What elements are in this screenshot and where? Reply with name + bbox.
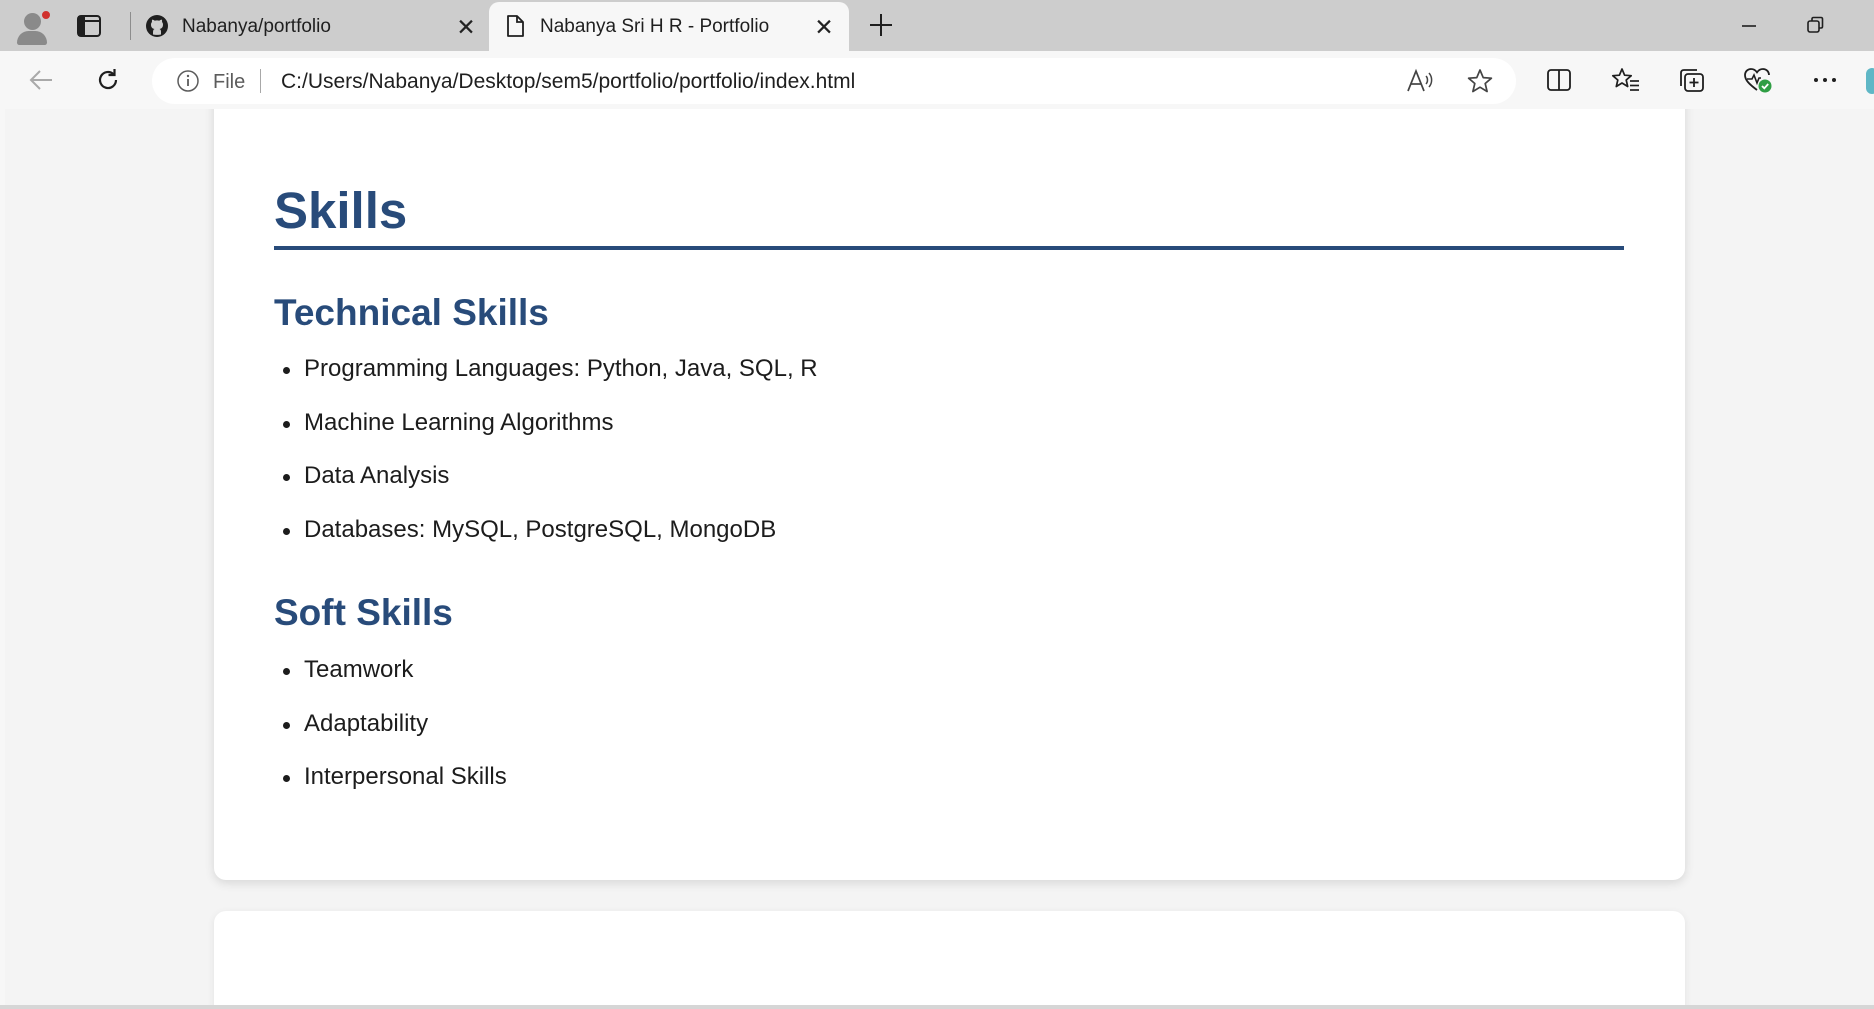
- split-screen-icon[interactable]: [1541, 62, 1577, 98]
- read-aloud-icon[interactable]: [1405, 67, 1435, 95]
- window-bottom-edge: [0, 1005, 1874, 1009]
- list-item: Data Analysis: [274, 462, 818, 516]
- list-item: Programming Languages: Python, Java, SQL…: [274, 355, 818, 409]
- restore-icon[interactable]: [1803, 13, 1827, 37]
- page-title: Skills: [274, 182, 408, 239]
- section-title-soft: Soft Skills: [274, 592, 453, 633]
- address-bar[interactable]: File C:/Users/Nabanya/Desktop/sem5/portf…: [152, 58, 1516, 104]
- scheme-label: File: [213, 71, 246, 93]
- next-section-card: [214, 911, 1685, 1005]
- tab-portfolio-active[interactable]: Nabanya Sri H R - Portfolio ✕: [489, 2, 849, 51]
- list-item: Adaptability: [274, 710, 507, 764]
- github-icon: [145, 14, 169, 38]
- close-tab-icon[interactable]: ✕: [455, 16, 477, 39]
- info-icon[interactable]: [176, 69, 200, 93]
- minimize-icon[interactable]: [1737, 14, 1761, 38]
- tab-title: Nabanya Sri H R - Portfolio: [540, 16, 770, 37]
- list-item: Machine Learning Algorithms: [274, 409, 818, 463]
- profile-avatar[interactable]: [14, 8, 52, 46]
- technical-skills-list: Programming Languages: Python, Java, SQL…: [274, 355, 818, 569]
- copilot-icon[interactable]: [1866, 68, 1874, 94]
- browser-toolbar: File C:/Users/Nabanya/Desktop/sem5/portf…: [0, 51, 1874, 109]
- reload-icon[interactable]: [90, 62, 126, 98]
- notification-dot: [41, 10, 51, 20]
- skills-card: Skills Technical Skills Programming Lang…: [214, 109, 1685, 880]
- tab-title: Nabanya/portfolio: [182, 16, 331, 37]
- back-arrow-icon[interactable]: [23, 62, 59, 98]
- section-title-technical: Technical Skills: [274, 292, 549, 333]
- soft-skills-list: Teamwork Adaptability Interpersonal Skil…: [274, 656, 507, 817]
- close-tab-icon[interactable]: ✕: [813, 16, 835, 39]
- more-options-icon[interactable]: [1807, 62, 1843, 98]
- avatar-body: [17, 31, 47, 45]
- tab-actions-icon[interactable]: [74, 13, 104, 39]
- document-icon: [503, 14, 527, 38]
- heading-divider: [274, 246, 1624, 250]
- favorites-icon[interactable]: [1608, 62, 1644, 98]
- avatar-head: [24, 13, 41, 30]
- list-item: Interpersonal Skills: [274, 763, 507, 817]
- list-item: Teamwork: [274, 656, 507, 710]
- browser-essentials-icon[interactable]: [1740, 62, 1776, 98]
- url-text[interactable]: C:/Users/Nabanya/Desktop/sem5/portfolio/…: [281, 70, 855, 94]
- tab-github-portfolio[interactable]: Nabanya/portfolio ✕: [131, 2, 489, 51]
- address-separator: [260, 69, 261, 93]
- list-item: Databases: MySQL, PostgreSQL, MongoDB: [274, 516, 818, 570]
- new-tab-icon[interactable]: [866, 10, 896, 40]
- favorite-star-icon[interactable]: [1466, 67, 1494, 95]
- tab-strip: Nabanya/portfolio ✕ Nabanya Sri H R - Po…: [0, 0, 1874, 51]
- page-viewport: Skills Technical Skills Programming Lang…: [5, 109, 1874, 1005]
- collections-icon[interactable]: [1674, 62, 1710, 98]
